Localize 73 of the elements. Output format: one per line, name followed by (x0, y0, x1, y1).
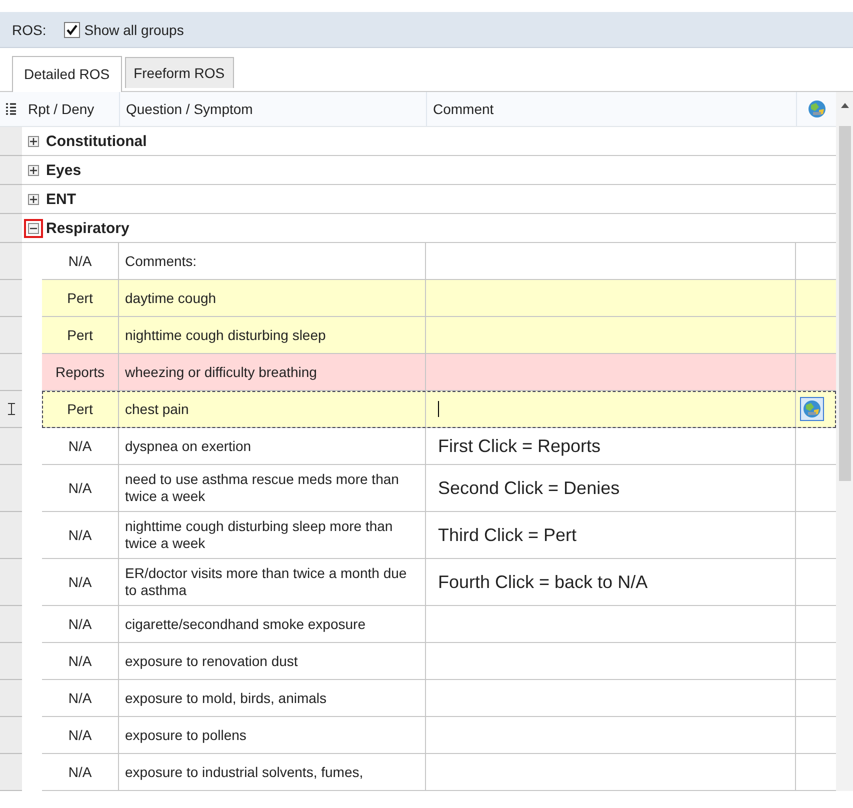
question-cell: need to use asthma rescue meds more than twice a week (119, 465, 426, 511)
symptom-row[interactable]: N/A exposure to mold, birds, animals (42, 680, 836, 717)
question-cell: daytime cough (119, 280, 426, 316)
status-cell[interactable]: N/A (42, 559, 119, 605)
status-cell[interactable]: N/A (42, 606, 119, 642)
expand-toggle[interactable] (26, 220, 41, 236)
tab[interactable]: Freeform ROS (124, 57, 234, 88)
group-title[interactable]: Constitutional (46, 132, 147, 150)
question-cell: exposure to industrial solvents, fumes, (119, 754, 426, 790)
symptom-row[interactable]: Pert chest pain (42, 391, 836, 428)
plus-icon (30, 196, 37, 202)
expand-toggle[interactable] (26, 134, 41, 148)
globe-icon[interactable] (802, 399, 822, 419)
question-cell: wheezing or difficulty breathing (119, 354, 426, 390)
question-cell: dyspnea on exertion (119, 428, 426, 464)
status-cell[interactable]: Pert (42, 317, 119, 353)
status-cell[interactable]: Pert (42, 280, 119, 316)
status-cell[interactable]: N/A (42, 243, 119, 279)
expand-toggle[interactable] (26, 162, 41, 178)
expand-toggle[interactable] (26, 192, 41, 206)
status-cell[interactable]: Reports (42, 354, 119, 390)
scrollbar[interactable] (836, 92, 853, 791)
question-cell: exposure to mold, birds, animals (119, 680, 426, 716)
toolbar-label: ROS: (12, 22, 46, 38)
checkbox[interactable] (64, 22, 80, 38)
symptom-row[interactable]: N/A exposure to industrial solvents, fumes, (42, 754, 836, 791)
symptom-row[interactable]: Reports wheezing or difficulty breathing (42, 354, 836, 391)
comment-cell[interactable]: Third Click = Pert (426, 512, 796, 558)
status-cell[interactable]: N/A (42, 643, 119, 679)
symptom-row[interactable]: Pert daytime cough (42, 280, 836, 317)
status-cell[interactable]: N/A (42, 680, 119, 716)
column-header[interactable]: Comment (426, 92, 796, 126)
status-cell[interactable]: N/A (42, 717, 119, 753)
group-title[interactable]: Respiratory (46, 220, 130, 236)
column-header[interactable]: Rpt / Deny (22, 92, 119, 126)
symptom-row[interactable]: N/A need to use asthma rescue meds more than twice a week Second Click = Denies (42, 465, 836, 512)
comment-cell[interactable]: Fourth Click = back to N/A (426, 559, 796, 605)
plus-icon (30, 166, 37, 174)
question-cell: exposure to pollens (119, 717, 426, 753)
symptom-row[interactable]: N/A Comments: (42, 243, 836, 280)
symptom-row[interactable]: N/A cigarette/secondhand smoke exposure (42, 606, 836, 643)
symptom-row[interactable]: N/A exposure to pollens (42, 717, 836, 754)
status-cell[interactable]: N/A (42, 465, 119, 511)
question-cell: chest pain (119, 391, 426, 427)
row-header[interactable] (0, 391, 22, 428)
status-cell[interactable]: Pert (42, 391, 119, 427)
question-cell: nighttime cough disturbing sleep more than twice a week (119, 512, 426, 558)
question-cell: ER/doctor visits more than twice a month due to asthma (119, 559, 426, 605)
comment-cell[interactable]: First Click = Reports (426, 428, 796, 464)
status-cell[interactable]: N/A (42, 428, 119, 464)
text-cursor-icon (8, 403, 14, 415)
scroll-up-icon[interactable] (840, 102, 848, 108)
tab[interactable]: Detailed ROS (12, 56, 122, 92)
column-menu-icon[interactable] (6, 103, 16, 115)
symptom-row[interactable]: Pert nighttime cough disturbing sleep (42, 317, 836, 354)
group-title[interactable]: ENT (46, 190, 76, 208)
globe-icon[interactable] (806, 99, 826, 119)
status-cell[interactable]: N/A (42, 754, 119, 790)
question-cell: Comments: (119, 243, 426, 279)
checkbox-label[interactable]: Show all groups (84, 22, 184, 38)
scroll-thumb[interactable] (839, 126, 851, 481)
symptom-row[interactable]: N/A dyspnea on exertion First Click = Reports (42, 428, 836, 465)
status-cell[interactable]: N/A (42, 512, 119, 558)
question-cell: cigarette/secondhand smoke exposure (119, 606, 426, 642)
comment-cell[interactable]: Second Click = Denies (426, 465, 796, 511)
group-title[interactable]: Eyes (46, 162, 82, 178)
column-header[interactable]: Question / Symptom (119, 92, 426, 126)
plus-icon (30, 138, 37, 144)
symptom-row[interactable]: N/A nighttime cough disturbing sleep more than twice a week Third Click = Pert (42, 512, 836, 559)
symptom-row[interactable]: N/A ER/doctor visits more than twice a month due to asthma Fourth Click = back to N/A (42, 559, 836, 606)
question-cell: exposure to renovation dust (119, 643, 426, 679)
question-cell: nighttime cough disturbing sleep (119, 317, 426, 353)
symptom-row[interactable]: N/A exposure to renovation dust (42, 643, 836, 680)
